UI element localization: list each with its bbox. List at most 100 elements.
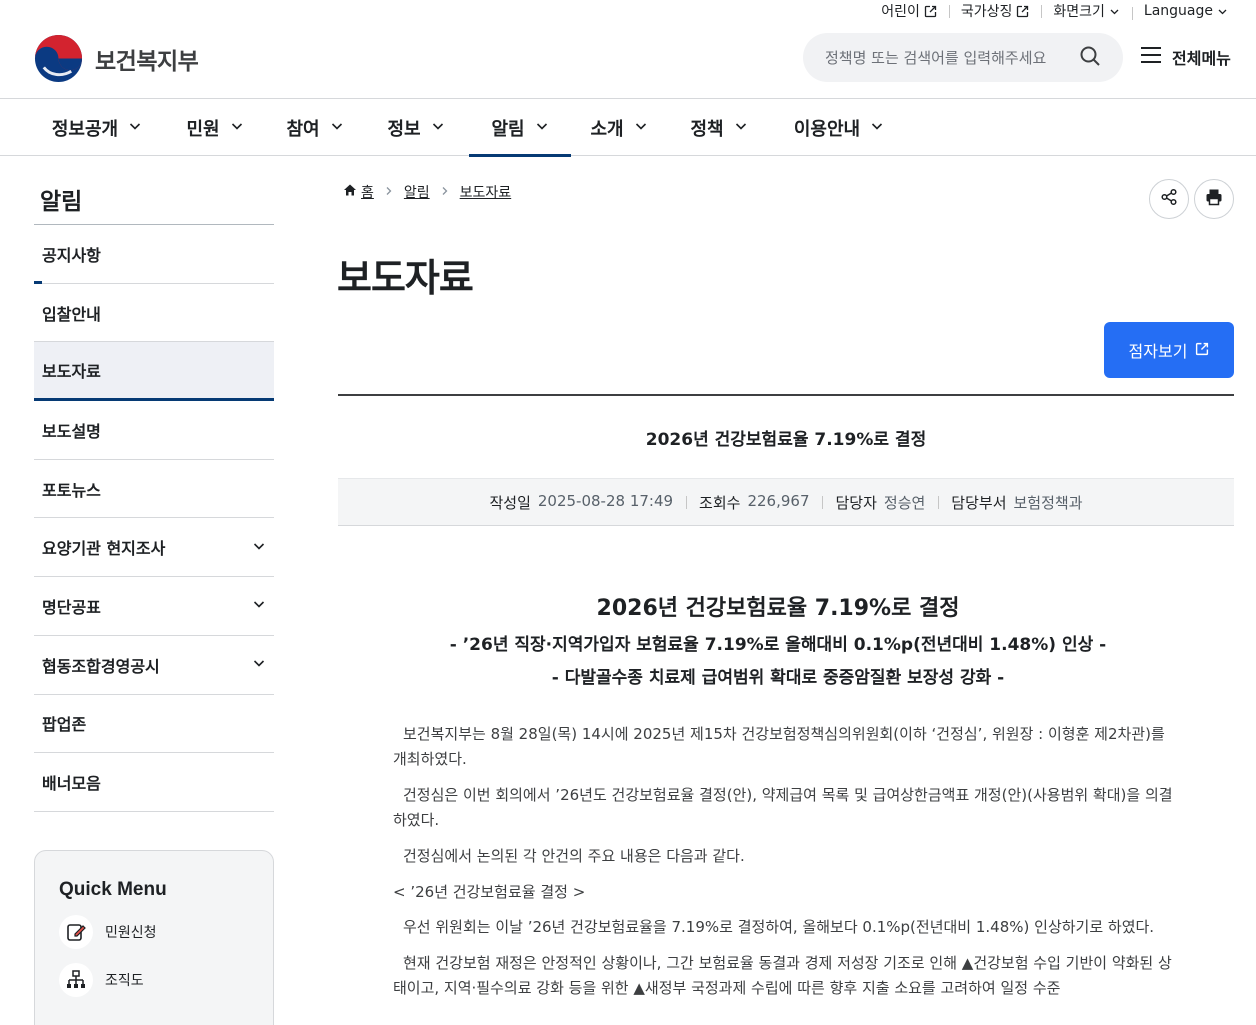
chevron-down-icon	[535, 117, 549, 138]
external-link-icon	[1016, 5, 1029, 18]
org-chart-icon	[59, 963, 93, 997]
sidebar-item-banners[interactable]: 배너모음	[34, 753, 274, 812]
sidebar-title: 알림	[40, 189, 83, 215]
taegeuk-emblem-icon	[34, 34, 83, 83]
article-paragraph: 우선 위원회는 이날 ’26년 건강보험료율을 7.19%로 결정하여, 올해보…	[403, 918, 1155, 936]
article-body: 보건복지부는 8월 28일(목) 14시에 2025년 제15차 건강보험정책심…	[393, 722, 1183, 1012]
sidebar-item-label: 팝업존	[42, 715, 87, 735]
national-symbol-link[interactable]: 국가상징	[948, 1, 1042, 21]
gnb-label: 알림	[491, 118, 525, 140]
sidebar-item-cooperative-disclosure[interactable]: 협동조합경영공시	[34, 636, 274, 695]
sidebar-item-label: 공지사항	[42, 245, 101, 265]
meta-value: 226,967	[747, 491, 810, 510]
sidebar-item-list-publication[interactable]: 명단공표	[34, 577, 274, 636]
sidebar-item-label: 보도설명	[42, 421, 101, 441]
gnb-item-participation[interactable]: 참여	[268, 99, 362, 156]
meta-key: 담당자	[835, 493, 877, 512]
home-icon	[343, 183, 357, 201]
article-subheadline: - ’26년 직장·지역가입자 보험료율 7.19%로 올해대비 0.1%p(전…	[449, 635, 1107, 655]
sidebar-item-popup-zone[interactable]: 팝업존	[34, 695, 274, 754]
gnb-item-information[interactable]: 정보	[369, 99, 463, 156]
gnb-item-policy[interactable]: 정책	[672, 99, 766, 156]
search-placeholder: 정책명 또는 검색어를 입력해주세요	[825, 49, 1047, 67]
quick-menu-label: 조직도	[105, 973, 144, 989]
breadcrumb: 홈 알림 보도자료	[343, 182, 511, 202]
article-paragraph: 건정심에서 논의된 각 안건의 주요 내용은 다음과 같다.	[403, 847, 745, 865]
meta-date: 작성일 2025-08-28 17:49	[476, 492, 686, 513]
gnb-label: 정보공개	[51, 118, 119, 140]
sidebar-item-label: 협동조합경영공시	[42, 656, 160, 676]
gnb-item-civil-affairs[interactable]: 민원	[168, 99, 262, 156]
gnb-item-about[interactable]: 소개	[572, 99, 666, 156]
meta-value: 2025-08-28 17:49	[537, 491, 674, 510]
chevron-down-icon	[734, 117, 748, 138]
edit-document-icon	[59, 915, 93, 949]
external-link-icon	[924, 5, 937, 18]
gnb-item-info-disclosure[interactable]: 정보공개	[34, 99, 160, 156]
article-headline: 2026년 건강보험료율 7.19%로 결정	[596, 596, 960, 621]
breadcrumb-news[interactable]: 알림	[404, 182, 430, 202]
chevron-right-icon	[384, 185, 394, 199]
chevron-down-icon	[128, 117, 142, 138]
sidebar-nav: 공지사항 입찰안내 보도자료 보도설명 포토뉴스 요양기관 현지조사 명단공표 …	[34, 224, 274, 812]
all-menu-label: 전체메뉴	[1172, 49, 1231, 68]
language-label: Language	[1143, 3, 1213, 19]
meta-value: 정승연	[883, 493, 926, 512]
meta-key: 작성일	[489, 493, 531, 512]
search-icon[interactable]	[1079, 45, 1101, 71]
screen-size-dropdown[interactable]: 화면크기	[1041, 1, 1132, 21]
national-symbol-label: 국가상징	[960, 4, 1013, 20]
share-button[interactable]	[1149, 179, 1189, 219]
breadcrumb-press-release[interactable]: 보도자료	[460, 182, 512, 202]
quick-menu-civil-request[interactable]: 민원신청	[59, 915, 249, 949]
meta-views: 조회수 226,967	[686, 492, 822, 513]
sidebar-item-notice[interactable]: 공지사항	[34, 225, 274, 284]
quick-menu-org-chart[interactable]: 조직도	[59, 963, 249, 997]
gnb-label: 민원	[186, 118, 220, 140]
meta-department: 담당부서 보험정책과	[938, 492, 1095, 513]
gnb-label: 정보	[387, 118, 421, 140]
sidebar-item-label: 보도자료	[42, 362, 101, 382]
external-link-icon	[1195, 341, 1209, 360]
gnb-item-news[interactable]: 알림	[469, 99, 571, 157]
article-paragraph: 현재 건강보험 재정은 안정적인 상황이나, 그간 보험료율 동결과 경제 저성…	[393, 954, 1172, 997]
sidebar-item-press-explanation[interactable]: 보도설명	[34, 401, 274, 460]
logo-text: 보건복지부	[95, 48, 199, 75]
article-section-heading: < ’26년 건강보험료율 결정 >	[393, 883, 586, 901]
article-body-heading: 2026년 건강보험료율 7.19%로 결정 - ’26년 직장·지역가입자 보…	[338, 590, 1218, 688]
share-icon	[1160, 188, 1178, 210]
sidebar-item-press-release[interactable]: 보도자료	[34, 342, 274, 402]
chevron-down-icon	[252, 596, 266, 615]
language-dropdown[interactable]: Language	[1131, 3, 1232, 20]
braille-view-button[interactable]: 점자보기	[1104, 322, 1234, 378]
utility-bar: 어린이 국가상징 화면크기 Language	[869, 0, 1232, 22]
chevron-down-icon	[431, 117, 445, 138]
sidebar-item-photo-news[interactable]: 포토뉴스	[34, 460, 274, 519]
chevron-down-icon	[1109, 6, 1120, 17]
kids-label: 어린이	[881, 4, 920, 20]
chevron-down-icon	[634, 117, 648, 138]
chevron-down-icon	[252, 655, 266, 674]
breadcrumb-home-label: 홈	[361, 185, 374, 201]
gnb-item-guide[interactable]: 이용안내	[776, 99, 902, 156]
sidebar-item-label: 입찰안내	[42, 304, 101, 324]
kids-link[interactable]: 어린이	[869, 1, 949, 21]
braille-view-label: 점자보기	[1128, 342, 1188, 361]
sidebar-item-label: 명단공표	[42, 597, 101, 617]
all-menu-button[interactable]: 전체메뉴	[1140, 45, 1231, 69]
meta-value: 보험정책과	[1013, 493, 1083, 512]
quick-menu-label: 민원신청	[105, 925, 157, 941]
sidebar-item-bid[interactable]: 입찰안내	[34, 284, 274, 343]
page-title: 보도자료	[337, 256, 474, 300]
meta-contact: 담당자 정승연	[822, 492, 938, 513]
breadcrumb-home[interactable]: 홈	[343, 182, 374, 202]
sidebar-item-onsite-inspection[interactable]: 요양기관 현지조사	[34, 518, 274, 578]
search-input[interactable]: 정책명 또는 검색어를 입력해주세요	[803, 33, 1123, 82]
ministry-logo[interactable]: 보건복지부	[34, 34, 199, 83]
chevron-down-icon	[230, 117, 244, 138]
quick-menu: Quick Menu 민원신청 조직도	[34, 850, 274, 1025]
gnb-label: 소개	[590, 118, 624, 140]
print-button[interactable]	[1194, 179, 1234, 219]
printer-icon	[1205, 188, 1223, 210]
article-title: 2026년 건강보험료율 7.19%로 결정	[645, 429, 927, 450]
